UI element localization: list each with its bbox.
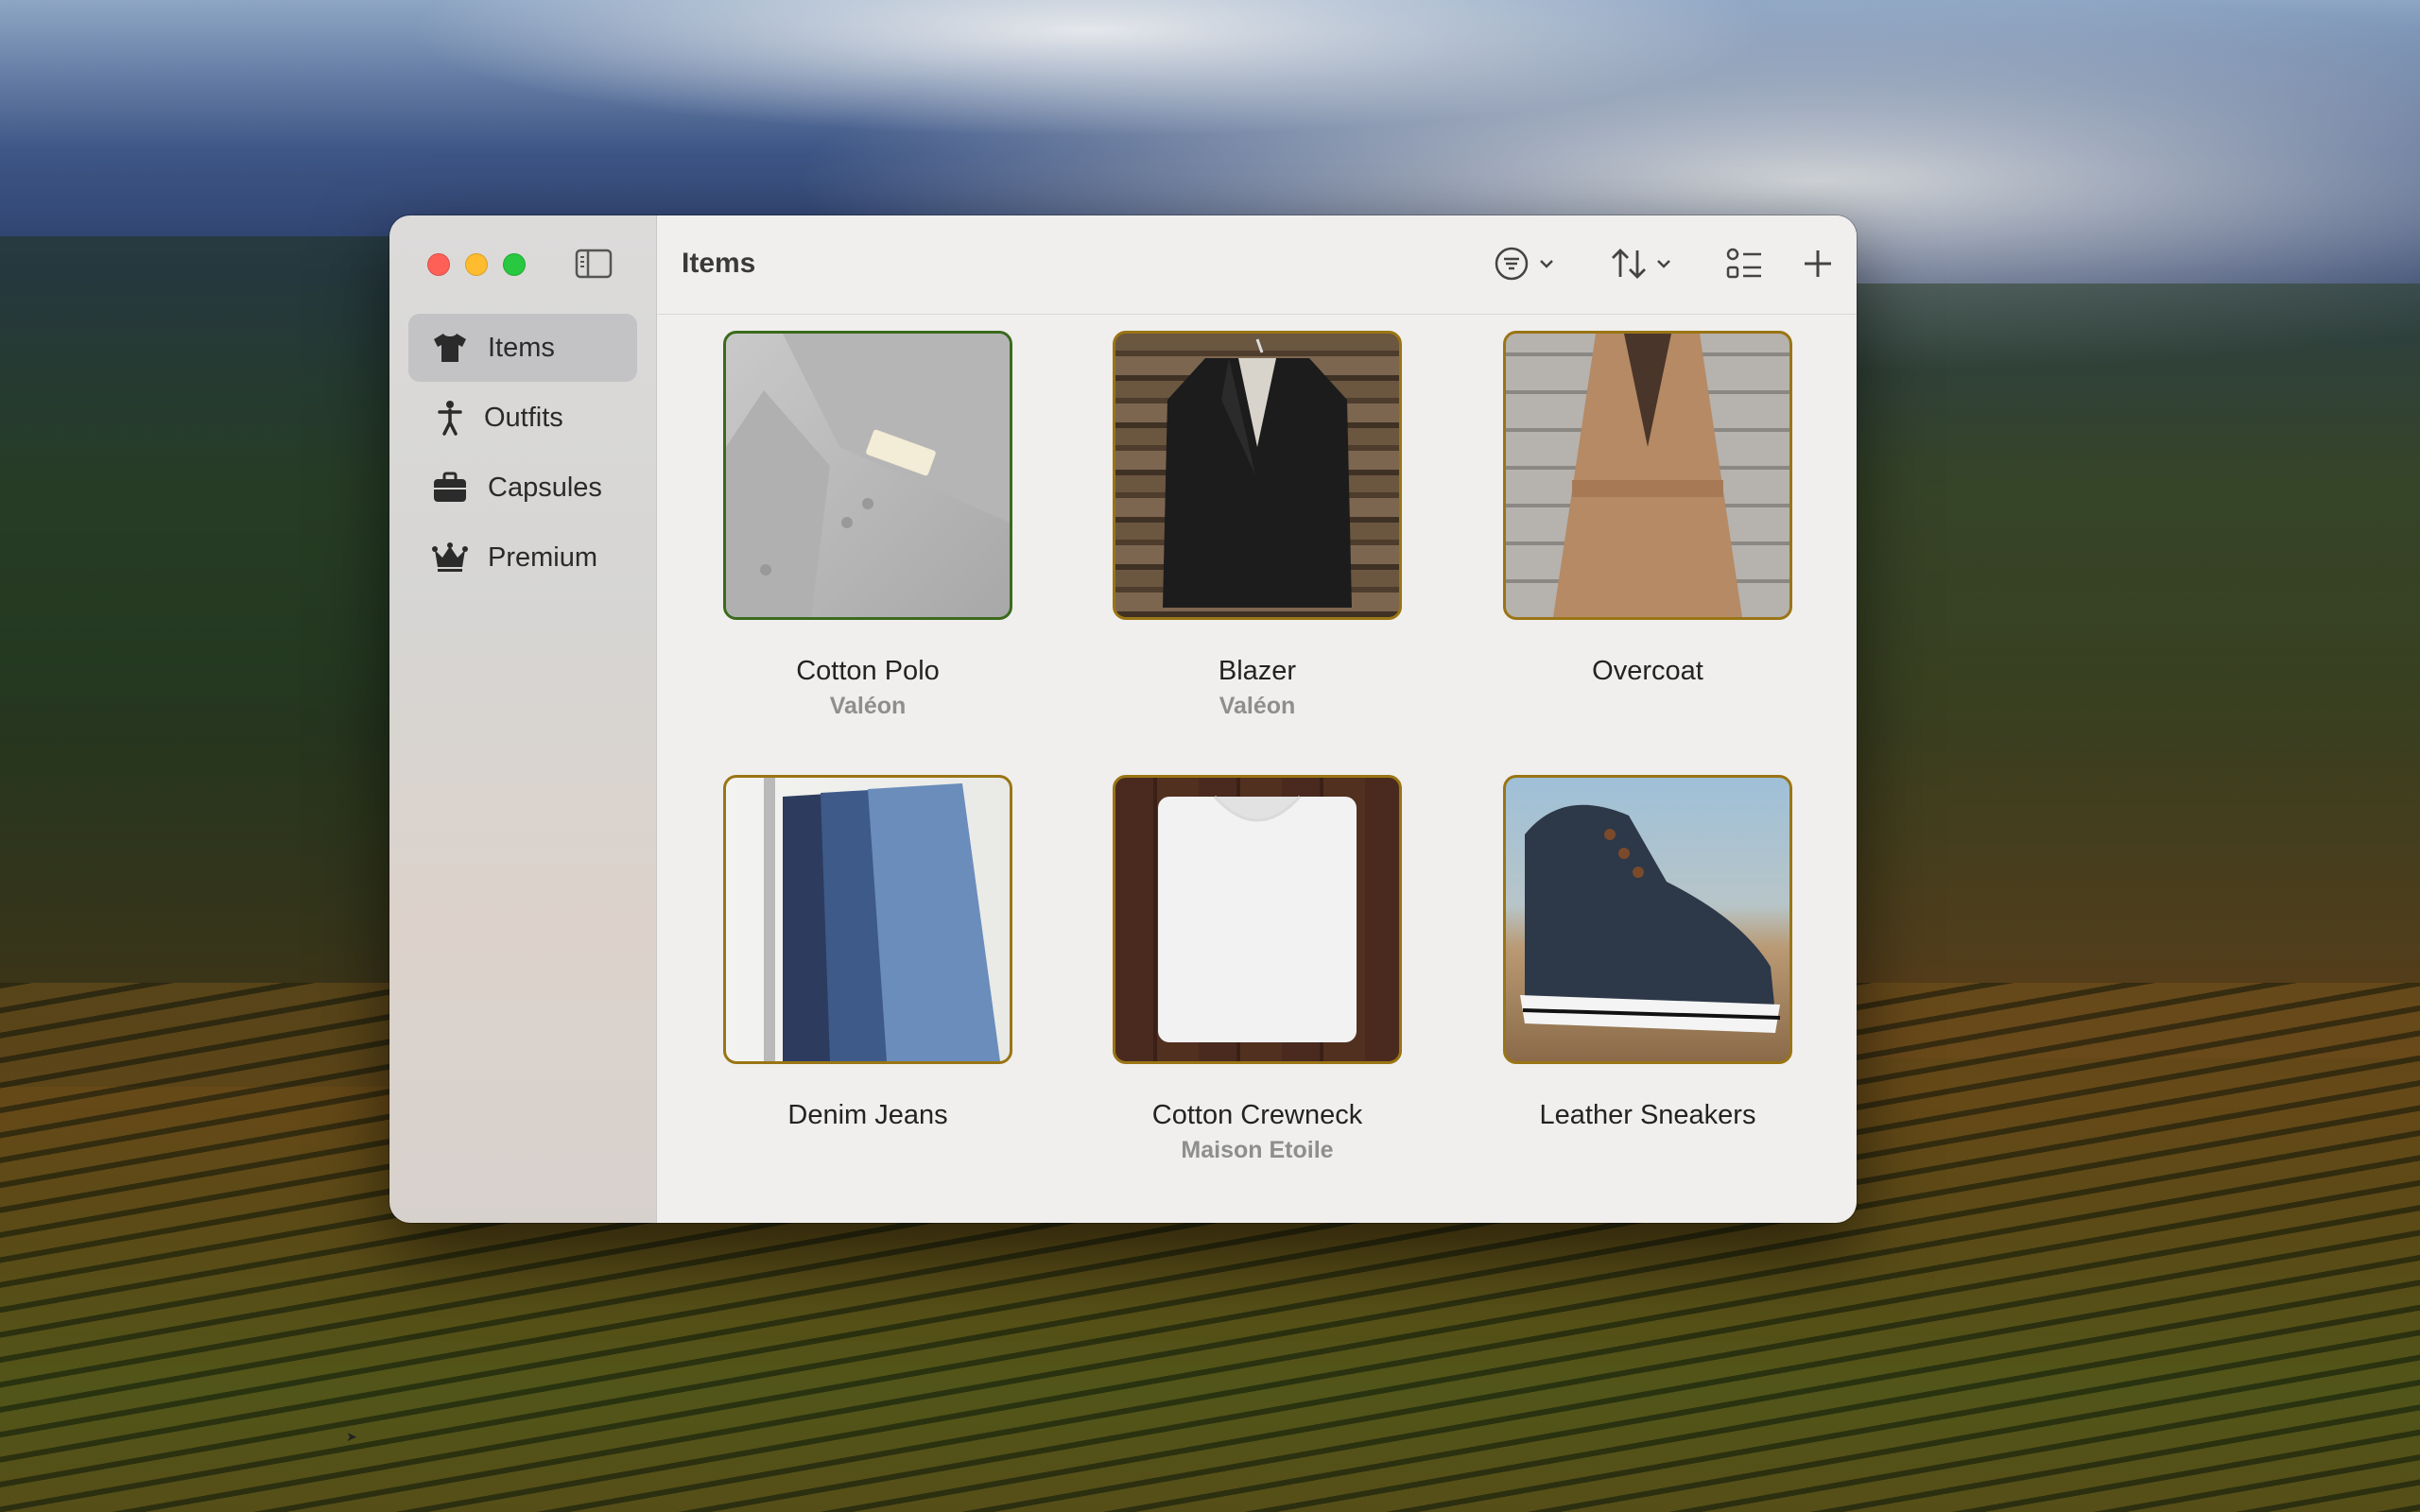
sidebar-item-label: Items: [488, 332, 555, 363]
sidebar-item-capsules[interactable]: Capsules: [408, 454, 637, 522]
item-thumbnail[interactable]: [1503, 775, 1792, 1064]
chevron-down-icon: [1657, 260, 1670, 268]
sidebar-nav: Items Outfits Capsules Premium: [408, 314, 637, 593]
filter-icon: [1495, 247, 1529, 281]
overcoat-image: [1553, 334, 1742, 617]
item-name: Overcoat: [1592, 656, 1703, 686]
sidebar-item-outfits[interactable]: Outfits: [408, 384, 637, 452]
tshirt-icon: [431, 329, 469, 367]
sort-icon: [1612, 249, 1646, 279]
plus-icon: [1805, 250, 1831, 277]
item-card[interactable]: Overcoat: [1503, 331, 1792, 687]
item-name: Denim Jeans: [787, 1100, 948, 1130]
mouse-cursor-icon: ➤: [346, 1429, 357, 1444]
main-content: Items Cotton Polo Valéon Blazer Valéon O…: [657, 215, 1857, 1223]
polo-shirt-image: [726, 334, 1010, 617]
item-brand: Valéon: [829, 693, 907, 719]
item-thumbnail[interactable]: [723, 775, 1012, 1064]
close-button[interactable]: [427, 253, 450, 276]
sidebar-item-label: Capsules: [488, 472, 602, 503]
desktop-hills-right: [1853, 284, 2420, 1058]
add-item-button[interactable]: [1801, 240, 1835, 287]
toolbar: Items: [657, 215, 1857, 315]
item-thumbnail[interactable]: [1113, 331, 1402, 620]
item-brand: Valéon: [1219, 693, 1296, 719]
tshirt-image: [1158, 795, 1357, 1042]
list-icon: [1726, 248, 1761, 279]
item-card[interactable]: Denim Jeans: [723, 775, 1012, 1131]
crown-icon: [431, 539, 469, 576]
item-card[interactable]: Cotton Crewneck Maison Etoile: [1113, 775, 1402, 1164]
sidebar-toggle-button[interactable]: [575, 248, 613, 280]
item-card[interactable]: Cotton Polo Valéon: [723, 331, 1012, 720]
sidebar-item-items[interactable]: Items: [408, 314, 637, 382]
desktop-hills-left: [0, 236, 397, 1087]
sidebar-icon: [575, 249, 613, 279]
sidebar-item-premium[interactable]: Premium: [408, 524, 637, 592]
item-name: Blazer: [1218, 656, 1297, 686]
minimize-button[interactable]: [465, 253, 488, 276]
page-title: Items: [682, 248, 756, 279]
sneaker-image: [1520, 804, 1781, 1033]
item-name: Leather Sneakers: [1539, 1100, 1756, 1130]
item-card[interactable]: Blazer Valéon: [1113, 331, 1402, 720]
zoom-button[interactable]: [503, 253, 526, 276]
chevron-down-icon: [1540, 260, 1553, 268]
item-thumbnail[interactable]: [1503, 331, 1792, 620]
item-thumbnail[interactable]: [1113, 775, 1402, 1064]
item-name: Cotton Polo: [796, 656, 940, 686]
briefcase-icon: [431, 469, 469, 507]
sidebar: Items Outfits Capsules Premium: [389, 215, 657, 1223]
person-icon: [431, 399, 469, 437]
blazer-image: [1163, 338, 1352, 608]
window-controls: [427, 253, 526, 276]
sidebar-item-label: Premium: [488, 541, 598, 573]
item-name: Cotton Crewneck: [1151, 1100, 1363, 1130]
item-thumbnail[interactable]: [723, 331, 1012, 620]
app-window: Items Outfits Capsules Premium Items Cot…: [389, 215, 1857, 1223]
filter-menu-button[interactable]: [1493, 240, 1557, 287]
sort-menu-button[interactable]: [1608, 240, 1674, 287]
jeans-image: [764, 778, 1000, 1061]
view-options-button[interactable]: [1725, 240, 1765, 287]
item-brand: Maison Etoile: [1181, 1137, 1334, 1163]
sidebar-item-label: Outfits: [484, 402, 563, 433]
item-card[interactable]: Leather Sneakers: [1503, 775, 1792, 1131]
